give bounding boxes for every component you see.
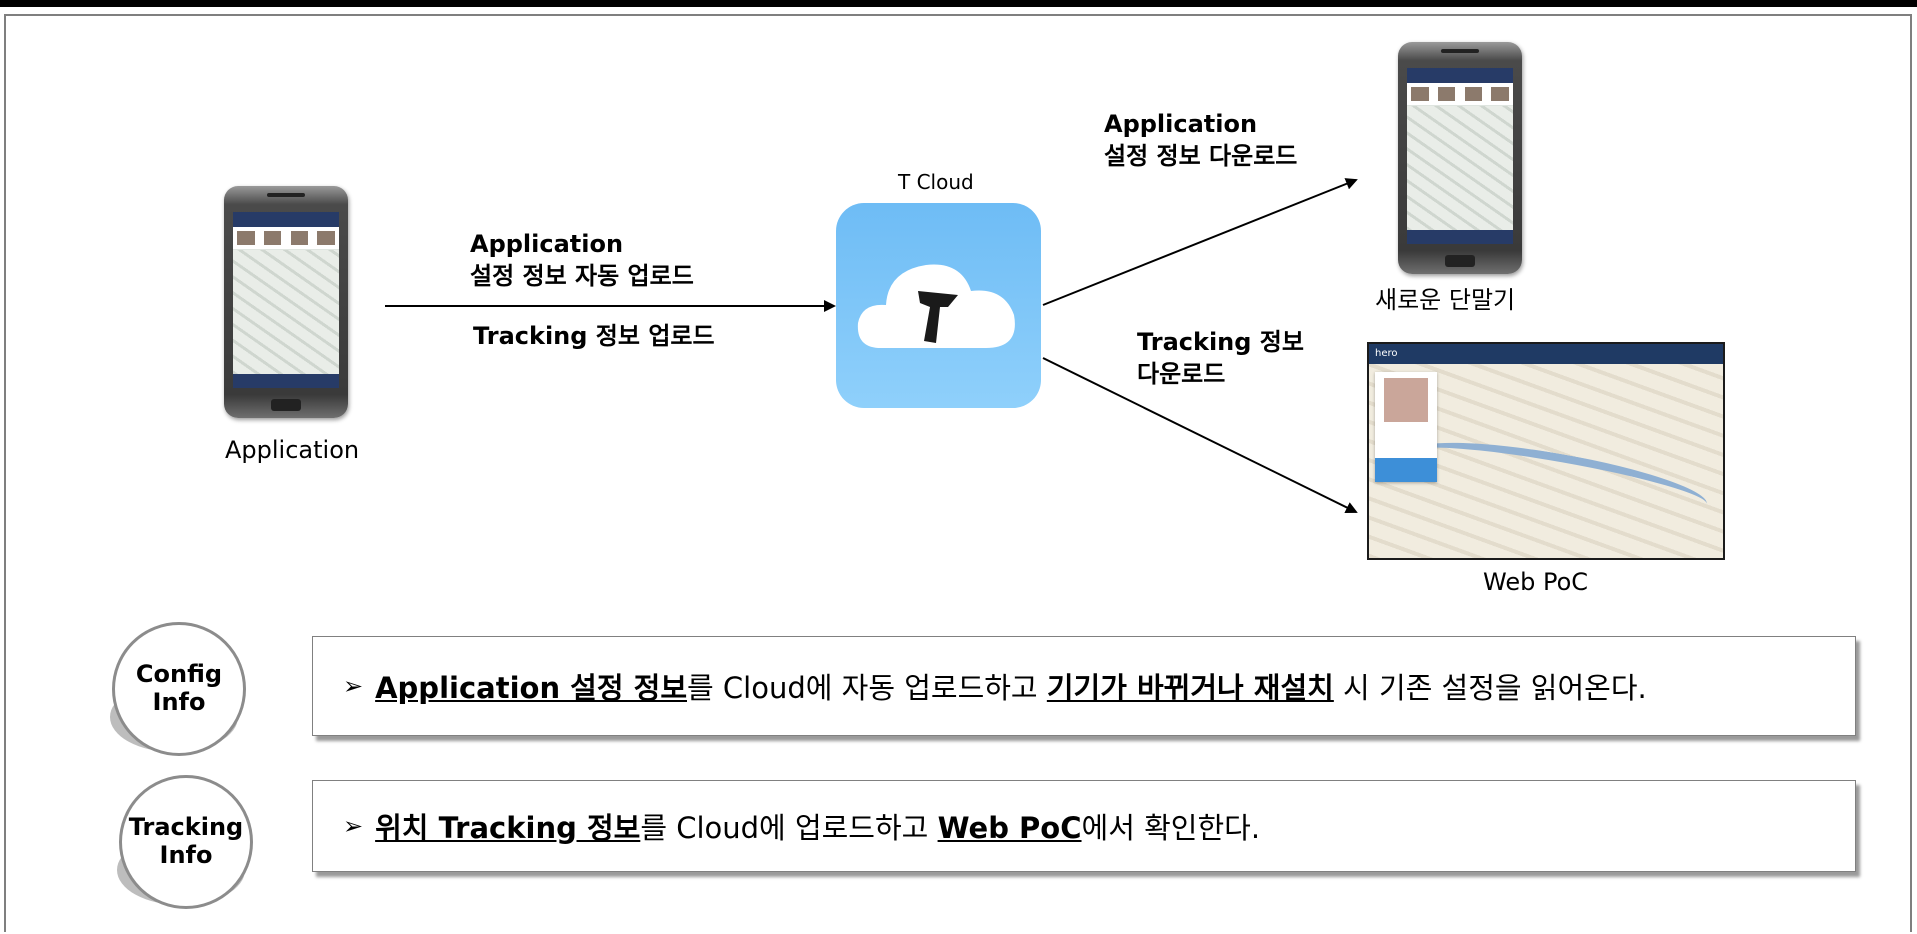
upload-config-label-2: 설정 정보 자동 업로드 (470, 262, 694, 290)
tracking-highlight-1: 위치 Tracking 정보 (375, 811, 641, 845)
new-device-phone (1398, 42, 1522, 274)
download-tracking-label-2: 다운로드 (1137, 360, 1226, 388)
tracking-info-badge: Tracking Info (119, 775, 253, 909)
bullet-icon: ➢ (343, 812, 364, 840)
upload-config-label-1: Application (470, 230, 624, 258)
source-label: Application (225, 436, 360, 464)
source-phone (224, 186, 348, 418)
download-config-label-1: Application (1104, 110, 1258, 138)
web-label: Web PoC (1483, 568, 1589, 596)
config-info-badge: Config Info (112, 622, 246, 756)
config-highlight-2: 기기가 바뀌거나 재설치 (1046, 671, 1334, 705)
new-device-label: 새로운 단말기 (1375, 286, 1516, 314)
cloud-label: T Cloud (898, 170, 974, 194)
upload-tracking-label: Tracking 정보 업로드 (473, 322, 715, 350)
config-info-box: ➢ Application 설정 정보를 Cloud에 자동 업로드하고 기기가… (312, 636, 1856, 736)
config-highlight-1: Application 설정 정보 (375, 671, 687, 705)
web-brand: hero (1375, 348, 1398, 359)
download-tracking-label-1: Tracking 정보 (1137, 328, 1304, 356)
tracking-highlight-2: Web PoC (937, 811, 1082, 845)
arrow-download-config (1042, 178, 1358, 306)
download-config-label-2: 설정 정보 다운로드 (1104, 142, 1298, 170)
web-poc-screenshot: hero (1367, 342, 1725, 560)
tracking-info-box: ➢ 위치 Tracking 정보를 Cloud에 업로드하고 Web PoC에서… (312, 780, 1856, 872)
t-cloud-icon (836, 203, 1041, 408)
bullet-icon: ➢ (343, 672, 364, 700)
